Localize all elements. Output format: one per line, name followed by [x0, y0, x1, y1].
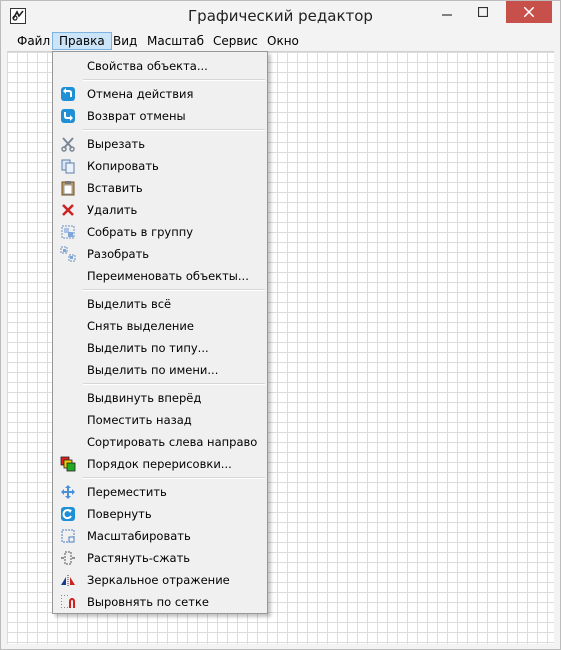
menu-separator: [83, 383, 265, 385]
menu-file[interactable]: Файл: [11, 32, 56, 50]
paste-icon: [61, 181, 75, 196]
menu-item-move[interactable]: Переместить: [55, 481, 265, 503]
undo-icon: [61, 87, 75, 101]
menu-item-bring-forward[interactable]: Выдвинуть вперёд: [55, 387, 265, 409]
menu-item-undo[interactable]: Отмена действия: [55, 83, 265, 105]
scale-icon: [61, 529, 75, 543]
menu-item-group[interactable]: Собрать в группу: [55, 221, 265, 243]
menu-item-label: Собрать в группу: [87, 225, 194, 239]
menu-item-rotate[interactable]: Повернуть: [55, 503, 265, 525]
menu-item-ungroup[interactable]: Разобрать: [55, 243, 265, 265]
ungroup-icon: [60, 246, 76, 262]
menu-item-cut[interactable]: Вырезать: [55, 133, 265, 155]
menu-item-label: Снять выделение: [87, 319, 194, 333]
group-icon: [61, 225, 75, 239]
app-window: Графический редактор Файл Правка Вид Мас…: [0, 0, 561, 650]
menu-item-label: Переименовать объекты...: [87, 269, 249, 283]
menu-item-redo[interactable]: Возврат отмены: [55, 105, 265, 127]
mirror-icon: [61, 575, 75, 587]
menu-item-label: Выдвинуть вперёд: [87, 391, 202, 405]
menu-bar: Файл Правка Вид Масштаб Сервис Окно: [1, 31, 560, 51]
close-icon: [524, 7, 534, 17]
maximize-icon: [478, 7, 488, 17]
move-icon: [61, 485, 75, 499]
copy-icon: [61, 159, 75, 174]
menu-item-object-properties[interactable]: Свойства объекта...: [55, 55, 265, 77]
title-bar[interactable]: Графический редактор: [1, 1, 560, 31]
menu-item-label: Выделить по имени...: [87, 363, 219, 377]
menu-item-label: Копировать: [87, 159, 159, 173]
menu-item-label: Поместить назад: [87, 413, 192, 427]
menu-item-copy[interactable]: Копировать: [55, 155, 265, 177]
stretch-icon: [61, 551, 75, 565]
edit-menu-dropdown: Свойства объекта... Отмена действия Возв…: [52, 51, 268, 614]
menu-edit[interactable]: Правка: [52, 32, 112, 50]
minimize-button[interactable]: [433, 1, 461, 23]
menu-item-send-back[interactable]: Поместить назад: [55, 409, 265, 431]
close-button[interactable]: [506, 1, 552, 23]
menu-item-paste[interactable]: Вставить: [55, 177, 265, 199]
menu-item-label: Масштабировать: [87, 529, 191, 543]
menu-item-draw-order[interactable]: Порядок перерисовки...: [55, 453, 265, 475]
menu-item-select-by-name[interactable]: Выделить по имени...: [55, 359, 265, 381]
rotate-icon: [61, 507, 75, 521]
menu-item-label: Отмена действия: [87, 87, 194, 101]
scissors-icon: [61, 137, 75, 152]
menu-item-snap-to-grid[interactable]: Выровнять по сетке: [55, 591, 265, 613]
snap-to-grid-icon: [61, 595, 75, 608]
menu-item-label: Растянуть-сжать: [87, 551, 191, 565]
redo-icon: [61, 109, 75, 123]
menu-item-sort-left-right[interactable]: Сортировать слева направо: [55, 431, 265, 453]
menu-item-label: Переместить: [87, 485, 167, 499]
menu-item-select-by-type[interactable]: Выделить по типу...: [55, 337, 265, 359]
menu-item-mirror[interactable]: Зеркальное отражение: [55, 569, 265, 591]
menu-scale[interactable]: Масштаб: [141, 32, 210, 50]
menu-separator: [83, 129, 265, 131]
menu-view[interactable]: Вид: [107, 32, 143, 50]
menu-item-scale[interactable]: Масштабировать: [55, 525, 265, 547]
menu-item-stretch[interactable]: Растянуть-сжать: [55, 547, 265, 569]
delete-icon: [62, 204, 74, 216]
menu-item-rename-objects[interactable]: Переименовать объекты...: [55, 265, 265, 287]
menu-item-label: Выделить всё: [87, 297, 172, 311]
menu-item-delete[interactable]: Удалить: [55, 199, 265, 221]
menu-item-label: Порядок перерисовки...: [87, 457, 232, 471]
minimize-icon: [442, 14, 452, 16]
maximize-button[interactable]: [469, 1, 497, 23]
draw-order-icon: [60, 456, 76, 472]
menu-item-label: Выделить по типу...: [87, 341, 209, 355]
menu-item-label: Свойства объекта...: [87, 59, 208, 73]
menu-window[interactable]: Окно: [261, 32, 305, 50]
menu-separator: [83, 477, 265, 479]
menu-item-label: Удалить: [87, 203, 138, 217]
menu-item-label: Разобрать: [87, 247, 150, 261]
menu-service[interactable]: Сервис: [207, 32, 264, 50]
menu-item-label: Вырезать: [87, 137, 145, 151]
menu-item-label: Сортировать слева направо: [87, 435, 258, 449]
menu-item-label: Возврат отмены: [87, 109, 186, 123]
menu-separator: [83, 289, 265, 291]
menu-item-deselect[interactable]: Снять выделение: [55, 315, 265, 337]
menu-separator: [83, 79, 265, 81]
menu-item-label: Повернуть: [87, 507, 152, 521]
menu-item-label: Зеркальное отражение: [87, 573, 230, 587]
menu-item-label: Вставить: [87, 181, 143, 195]
menu-item-label: Выровнять по сетке: [87, 595, 209, 609]
menu-item-select-all[interactable]: Выделить всё: [55, 293, 265, 315]
